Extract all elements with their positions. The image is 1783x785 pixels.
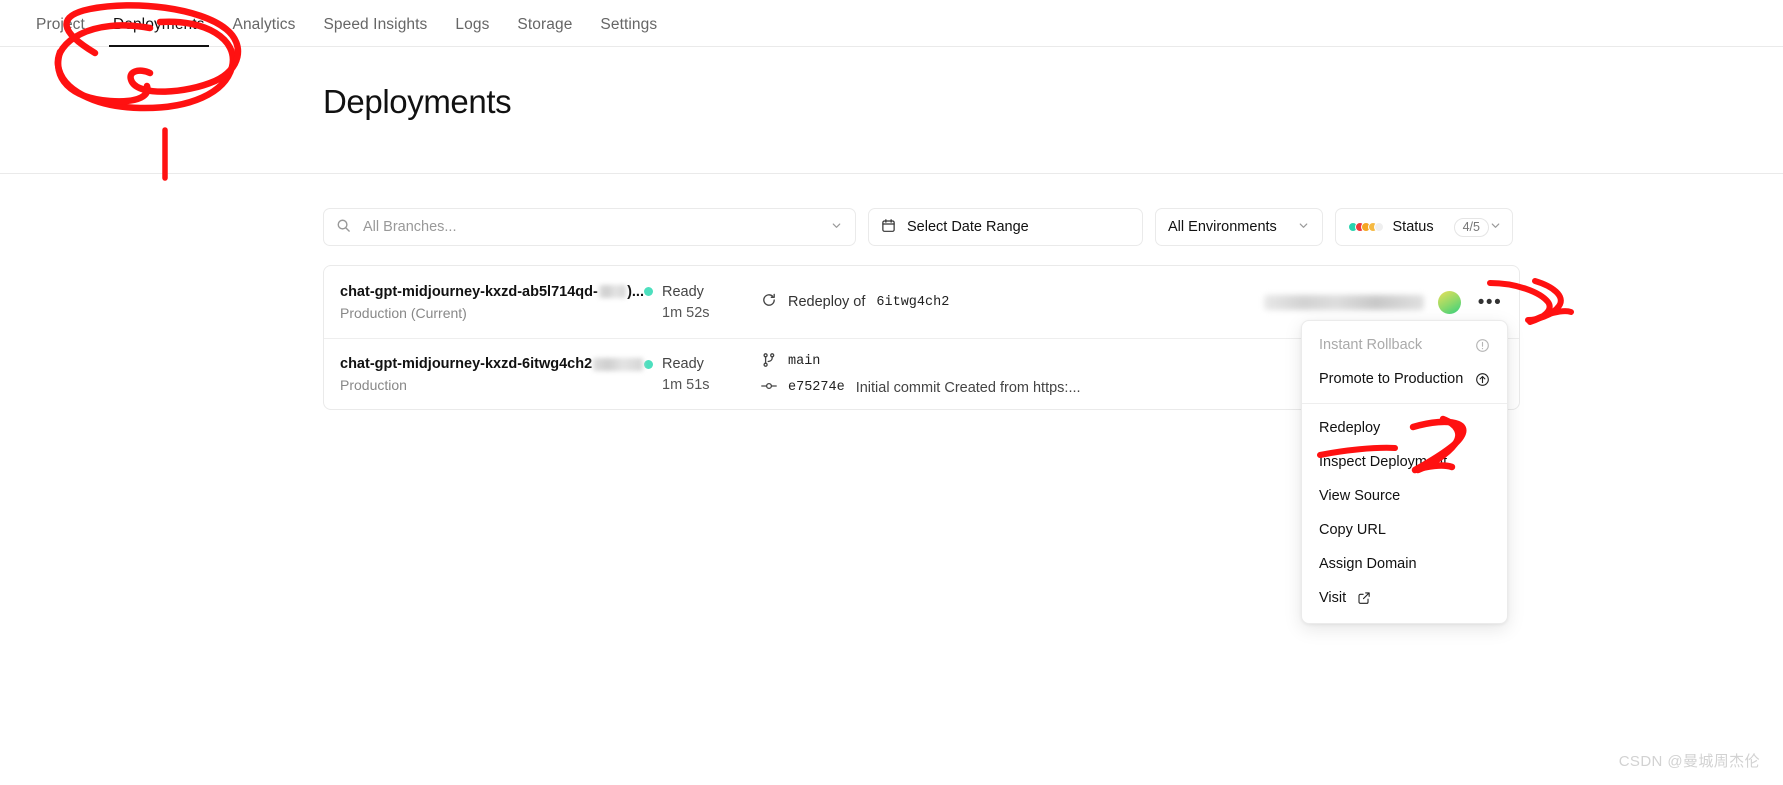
nav-tab-logs[interactable]: Logs (441, 16, 503, 47)
git-branch-icon (761, 352, 777, 372)
menu-item-visit[interactable]: Visit (1302, 581, 1507, 615)
menu-item-label: Assign Domain (1319, 556, 1417, 572)
environment-filter[interactable]: All Environments (1155, 208, 1323, 246)
branch-filter-placeholder: All Branches... (363, 219, 457, 235)
search-icon (336, 218, 351, 237)
deployment-name-cell: chat-gpt-midjourney-kxzd-ab5l714qd-)... … (324, 284, 644, 321)
nav-tab-label: Storage (517, 16, 573, 33)
date-range-filter[interactable]: Select Date Range (868, 208, 1143, 246)
app-root: Project Deployments Analytics Speed Insi… (0, 0, 1783, 785)
status-dot (644, 359, 653, 369)
nav-tab-deployments[interactable]: Deployments (99, 16, 219, 47)
deployment-name-cell: chat-gpt-midjourney-kxzd-6itwg4ch2 Produ… (324, 356, 644, 393)
nav-tab-label: Speed Insights (323, 16, 428, 33)
environment-label: All Environments (1168, 219, 1277, 235)
more-options-button[interactable]: ••• (1475, 289, 1505, 315)
refresh-icon (761, 292, 777, 312)
nav-tab-label: Settings (600, 16, 658, 33)
build-duration: 1m 52s (662, 304, 710, 321)
deployment-url[interactable]: chat-gpt-midjourney-kxzd-6itwg4ch2 (340, 356, 644, 372)
branch-filter[interactable]: All Branches... (323, 208, 856, 246)
status-color-dots (1348, 222, 1384, 232)
status-filter-label: Status (1392, 219, 1434, 235)
menu-item-inspect-deployment[interactable]: Inspect Deployment (1302, 445, 1507, 479)
menu-item-label: Instant Rollback (1319, 337, 1423, 353)
calendar-icon (881, 218, 896, 237)
branch-name: main (788, 354, 821, 369)
deployment-name-suffix: )... (627, 283, 644, 300)
external-link-icon (1357, 591, 1371, 605)
nav-tab-project[interactable]: Project (22, 16, 99, 47)
menu-item-view-source[interactable]: View Source (1302, 479, 1507, 513)
commit-message: Initial commit Created from https:... (855, 379, 1081, 396)
redacted-block (593, 357, 643, 371)
ellipsis-icon: ••• (1477, 291, 1503, 313)
nav-tab-analytics[interactable]: Analytics (219, 16, 310, 47)
deployment-source-cell: Redeploy of 6itwg4ch2 (739, 292, 1219, 312)
status-dot (644, 287, 653, 296)
status-badge: Ready (662, 356, 704, 372)
menu-item-promote-to-production[interactable]: Promote to Production (1302, 362, 1507, 396)
deployment-status-cell: Ready 1m 51s (644, 356, 739, 393)
build-duration: 1m 51s (662, 377, 710, 393)
arrow-up-circle-icon (1475, 372, 1490, 387)
redacted-block (598, 285, 627, 298)
top-navigation: Project Deployments Analytics Speed Insi… (0, 0, 1783, 47)
watermark: CSDN @曼城周杰伦 (1618, 753, 1760, 770)
nav-tab-label: Logs (455, 16, 490, 33)
date-range-label: Select Date Range (907, 219, 1029, 235)
page-header-band: Deployments (0, 47, 1783, 174)
avatar (1438, 290, 1461, 314)
status-count-badge: 4/5 (1453, 217, 1489, 237)
deployment-url[interactable]: chat-gpt-midjourney-kxzd-ab5l714qd-)... (340, 284, 644, 300)
nav-tab-storage[interactable]: Storage (503, 16, 586, 47)
deployment-name-text: chat-gpt-midjourney-kxzd-ab5l714qd- (340, 283, 598, 300)
menu-item-label: Promote to Production (1319, 371, 1464, 387)
deployment-name-text: chat-gpt-midjourney-kxzd-6itwg4ch2 (340, 356, 593, 372)
status-filter[interactable]: Status 4/5 (1335, 208, 1513, 246)
filter-bar: All Branches... Select Date Range All En… (323, 208, 1513, 246)
chevron-down-icon (830, 219, 843, 236)
info-circle-icon (1475, 338, 1490, 353)
deployment-environment: Production (Current) (340, 304, 467, 321)
deployment-meta-cell: ••• (1219, 289, 1519, 315)
menu-item-label: View Source (1319, 488, 1401, 504)
nav-tab-list: Project Deployments Analytics Speed Insi… (0, 0, 1783, 47)
nav-tab-label: Analytics (232, 16, 296, 33)
menu-item-assign-domain[interactable]: Assign Domain (1302, 547, 1507, 581)
nav-tab-settings[interactable]: Settings (586, 16, 671, 47)
chevron-down-icon (1297, 219, 1310, 236)
nav-tab-speed-insights[interactable]: Speed Insights (309, 16, 441, 47)
deployment-status-cell: Ready 1m 52s (644, 284, 739, 321)
source-hash: 6itwg4ch2 (876, 294, 950, 310)
commit-hash: e75274e (788, 380, 845, 395)
nav-tab-label: Project (36, 16, 85, 33)
deployment-context-menu: Instant Rollback Promote to Production R… (1301, 320, 1508, 624)
menu-item-label: Redeploy (1319, 420, 1381, 436)
redacted-meta-block (1264, 294, 1424, 310)
nav-tab-label: Deployments (112, 16, 205, 33)
menu-item-label: Inspect Deployment (1319, 454, 1448, 470)
menu-item-label: Visit (1319, 590, 1347, 606)
deployment-environment: Production (340, 377, 407, 393)
menu-separator (1302, 403, 1507, 404)
menu-item-label: Copy URL (1319, 522, 1386, 538)
menu-item-redeploy[interactable]: Redeploy (1302, 411, 1507, 445)
page-title: Deployments (323, 83, 512, 120)
menu-item-copy-url[interactable]: Copy URL (1302, 513, 1507, 547)
deployment-source-cell: main e75274e Initial commit Created from… (739, 352, 1219, 398)
source-label: Redeploy of (788, 294, 866, 310)
status-badge: Ready (662, 283, 704, 300)
chevron-down-icon (1489, 219, 1502, 236)
git-commit-icon (761, 378, 777, 398)
menu-item-instant-rollback: Instant Rollback (1302, 328, 1507, 362)
